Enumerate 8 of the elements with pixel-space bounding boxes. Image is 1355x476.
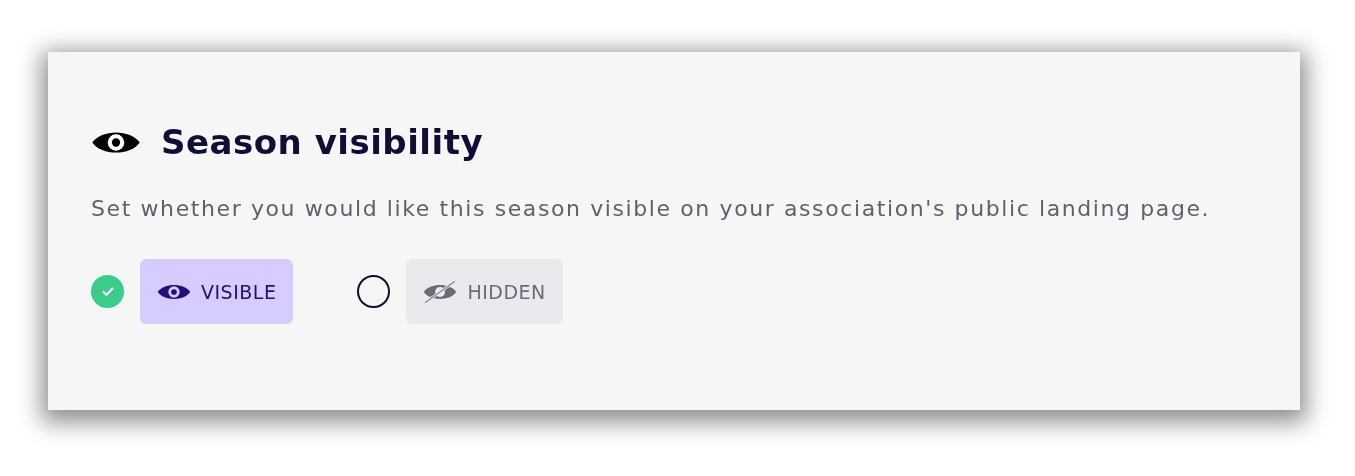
- check-icon: [101, 287, 114, 296]
- radio-button[interactable]: [357, 275, 391, 308]
- radio-button[interactable]: [91, 275, 124, 308]
- section-title: Season visibility: [161, 122, 484, 162]
- description-text: Set whether you would like this season visible on your association's public landing page.: [91, 196, 1212, 221]
- option-button[interactable]: VISIBLE: [140, 259, 294, 324]
- option-button[interactable]: HIDDEN: [406, 259, 563, 324]
- eye-slash-icon: [423, 279, 458, 304]
